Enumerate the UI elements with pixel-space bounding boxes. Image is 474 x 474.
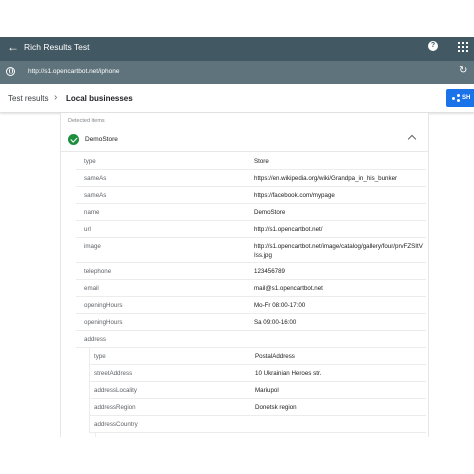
help-icon[interactable]: ? bbox=[428, 41, 438, 51]
app-title: Rich Results Test bbox=[24, 42, 90, 52]
property-key: image bbox=[84, 243, 101, 250]
property-value: http://s1.opencartbot.net/ bbox=[254, 226, 323, 233]
property-value: mail@s1.opencartbot.net bbox=[254, 285, 323, 292]
property-row: type Store bbox=[76, 153, 426, 170]
share-icon bbox=[452, 94, 460, 102]
property-row: addressLocality Mariupol bbox=[89, 382, 426, 399]
property-row: image http://s1.opencartbot.net/image/cat… bbox=[76, 238, 426, 263]
property-value: http://s1.opencartbot.net/image/catalog/… bbox=[254, 243, 423, 259]
property-row: type PostalAddress bbox=[89, 348, 426, 365]
property-row: sameAs https://en.wikipedia.org/wiki/Gran… bbox=[76, 170, 426, 187]
property-table: type Store sameAs https://en.wikipedia.org/… bbox=[76, 153, 426, 450]
property-key: streetAddress bbox=[94, 370, 133, 377]
back-arrow-icon[interactable]: ← bbox=[6, 40, 20, 54]
property-key: addressLocality bbox=[94, 387, 137, 394]
property-row: openingHours Mo-Fr 08:00-17:00 bbox=[76, 297, 426, 314]
refresh-icon[interactable]: ↻ bbox=[459, 65, 467, 76]
breadcrumb-current: Local businesses bbox=[66, 94, 133, 103]
url-bar: http://s1.opencartbot.net/iphone ↻ bbox=[0, 61, 474, 84]
detected-items-label: Detected items bbox=[68, 118, 105, 124]
property-row: telephone 123456789 bbox=[76, 263, 426, 280]
property-value: 123456789 bbox=[254, 268, 285, 275]
property-value: DemoStore bbox=[254, 209, 286, 216]
property-key: url bbox=[84, 226, 91, 233]
property-key: sameAs bbox=[84, 175, 107, 182]
property-value: PostalAddress bbox=[255, 353, 295, 360]
property-key: type bbox=[84, 158, 96, 165]
property-row: addressCountry bbox=[89, 416, 426, 433]
property-row: email mail@s1.opencartbot.net bbox=[76, 280, 426, 297]
property-value: https://facebook.com/mypage bbox=[254, 192, 335, 199]
breadcrumb-separator: › bbox=[54, 92, 58, 103]
property-key: openingHours bbox=[84, 319, 123, 326]
property-key: openingHours bbox=[84, 302, 123, 309]
detected-items-panel: Detected items DemoStore type Store sameAs… bbox=[60, 113, 429, 474]
page-bottom bbox=[0, 437, 474, 474]
property-row: sameAs https://facebook.com/mypage bbox=[76, 187, 426, 204]
share-button-label: SH bbox=[462, 95, 471, 101]
property-row: openingHours Sa 09:00-16:00 bbox=[76, 314, 426, 331]
property-value: Sa 09:00-16:00 bbox=[254, 319, 297, 326]
property-value: Donetsk region bbox=[255, 404, 297, 411]
property-row: address bbox=[76, 331, 426, 348]
property-key: type bbox=[94, 353, 106, 360]
property-value: https://en.wikipedia.org/wiki/Grandpa_in… bbox=[254, 175, 398, 182]
property-row: url http://s1.opencartbot.net/ bbox=[76, 221, 426, 238]
property-key: addressRegion bbox=[94, 404, 136, 411]
globe-icon bbox=[6, 67, 15, 76]
chevron-up-icon[interactable] bbox=[407, 134, 417, 144]
breadcrumb: Test results › Local businesses bbox=[0, 84, 474, 113]
breadcrumb-test-results[interactable]: Test results bbox=[8, 94, 48, 103]
detected-item-header[interactable]: DemoStore bbox=[61, 129, 428, 152]
property-key: sameAs bbox=[84, 192, 107, 199]
valid-check-icon bbox=[68, 134, 79, 145]
property-key: name bbox=[84, 209, 100, 216]
property-row: streetAddress 10 Ukrainian Heroes str. bbox=[89, 365, 426, 382]
property-key: email bbox=[84, 285, 99, 292]
property-value: 10 Ukrainian Heroes str. bbox=[255, 370, 322, 377]
app-bar: ← Rich Results Test ? bbox=[0, 37, 474, 61]
property-key: addressCountry bbox=[94, 421, 138, 428]
share-button[interactable]: SH bbox=[446, 89, 474, 107]
tested-url: http://s1.opencartbot.net/iphone bbox=[28, 68, 120, 75]
property-row: name DemoStore bbox=[76, 204, 426, 221]
detected-item-name: DemoStore bbox=[85, 136, 118, 143]
property-key: telephone bbox=[84, 268, 112, 275]
property-row: addressRegion Donetsk region bbox=[89, 399, 426, 416]
property-value: Store bbox=[254, 158, 269, 165]
apps-grid-icon[interactable] bbox=[458, 42, 468, 52]
property-value: Mariupol bbox=[255, 387, 279, 394]
property-value: Mo-Fr 08:00-17:00 bbox=[254, 302, 306, 309]
property-key: address bbox=[84, 336, 107, 343]
